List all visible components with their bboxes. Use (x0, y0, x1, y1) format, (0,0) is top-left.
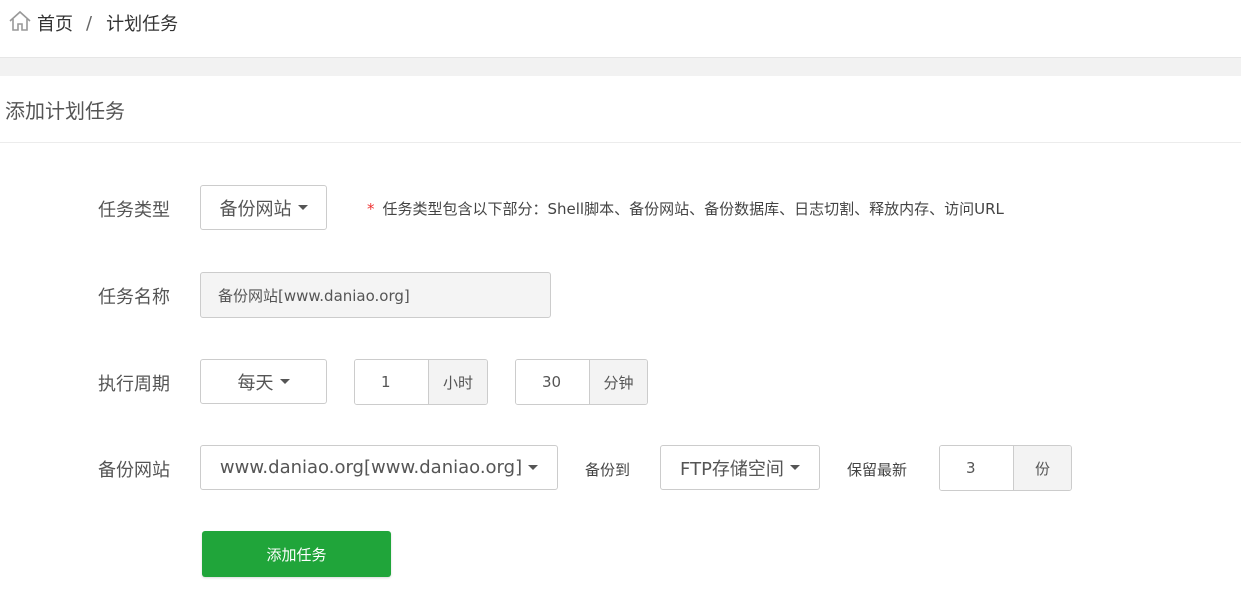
breadcrumb-home-link[interactable]: 首页 (37, 10, 73, 36)
add-task-panel: 添加计划任务 任务类型 备份网站 * 任务类型包含以下部分：Shell脚本、备份网… (0, 76, 1241, 601)
task-name-value: 备份网站[www.daniao.org] (218, 286, 410, 305)
backup-to-label: 备份到 (585, 461, 631, 479)
task-name-label: 任务名称 (98, 287, 170, 308)
chevron-down-icon (297, 205, 308, 210)
top-bar: 首页 / 计划任务 (0, 0, 1241, 58)
chevron-down-icon (528, 465, 539, 470)
task-name-input[interactable]: 备份网站[www.daniao.org] (200, 272, 551, 318)
required-star: * (367, 200, 375, 218)
backup-destination-value: FTP存储空间 (680, 458, 784, 480)
keep-count-unit: 份 (1013, 446, 1071, 490)
hour-input[interactable]: 1 (355, 360, 428, 404)
chevron-down-icon (279, 379, 290, 384)
task-type-hint: * 任务类型包含以下部分：Shell脚本、备份网站、备份数据库、日志切割、释放内存… (367, 198, 1004, 219)
keep-count-input-group: 3 份 (939, 445, 1072, 491)
minute-input-group: 30 分钟 (515, 359, 648, 405)
breadcrumb-separator: / (86, 12, 93, 34)
task-type-label: 任务类型 (98, 200, 170, 221)
task-type-value: 备份网站 (219, 198, 292, 220)
task-type-dropdown[interactable]: 备份网站 (200, 185, 327, 230)
hour-input-group: 1 小时 (354, 359, 488, 405)
backup-site-dropdown[interactable]: www.daniao.org[www.daniao.org] (200, 445, 558, 490)
backup-destination-dropdown[interactable]: FTP存储空间 (660, 445, 820, 490)
panel-title: 添加计划任务 (0, 76, 1241, 143)
hour-unit: 小时 (428, 360, 487, 404)
keep-count-input[interactable]: 3 (940, 446, 1013, 490)
backup-site-label: 备份网站 (98, 460, 170, 481)
minute-input[interactable]: 30 (516, 360, 589, 404)
section-gap (0, 58, 1241, 76)
breadcrumb-current: 计划任务 (106, 14, 179, 35)
breadcrumb: 首页 / 计划任务 (8, 10, 179, 37)
task-type-hint-text: 任务类型包含以下部分：Shell脚本、备份网站、备份数据库、日志切割、释放内存、… (382, 200, 1004, 218)
cycle-value: 每天 (237, 372, 274, 394)
add-task-button[interactable]: 添加任务 (202, 531, 391, 577)
cycle-label: 执行周期 (98, 374, 170, 395)
keep-latest-label: 保留最新 (847, 461, 908, 479)
cycle-dropdown[interactable]: 每天 (200, 359, 327, 404)
chevron-down-icon (789, 465, 800, 470)
home-icon[interactable] (8, 10, 37, 37)
minute-unit: 分钟 (589, 360, 647, 404)
backup-site-value: www.daniao.org[www.daniao.org] (219, 457, 523, 478)
